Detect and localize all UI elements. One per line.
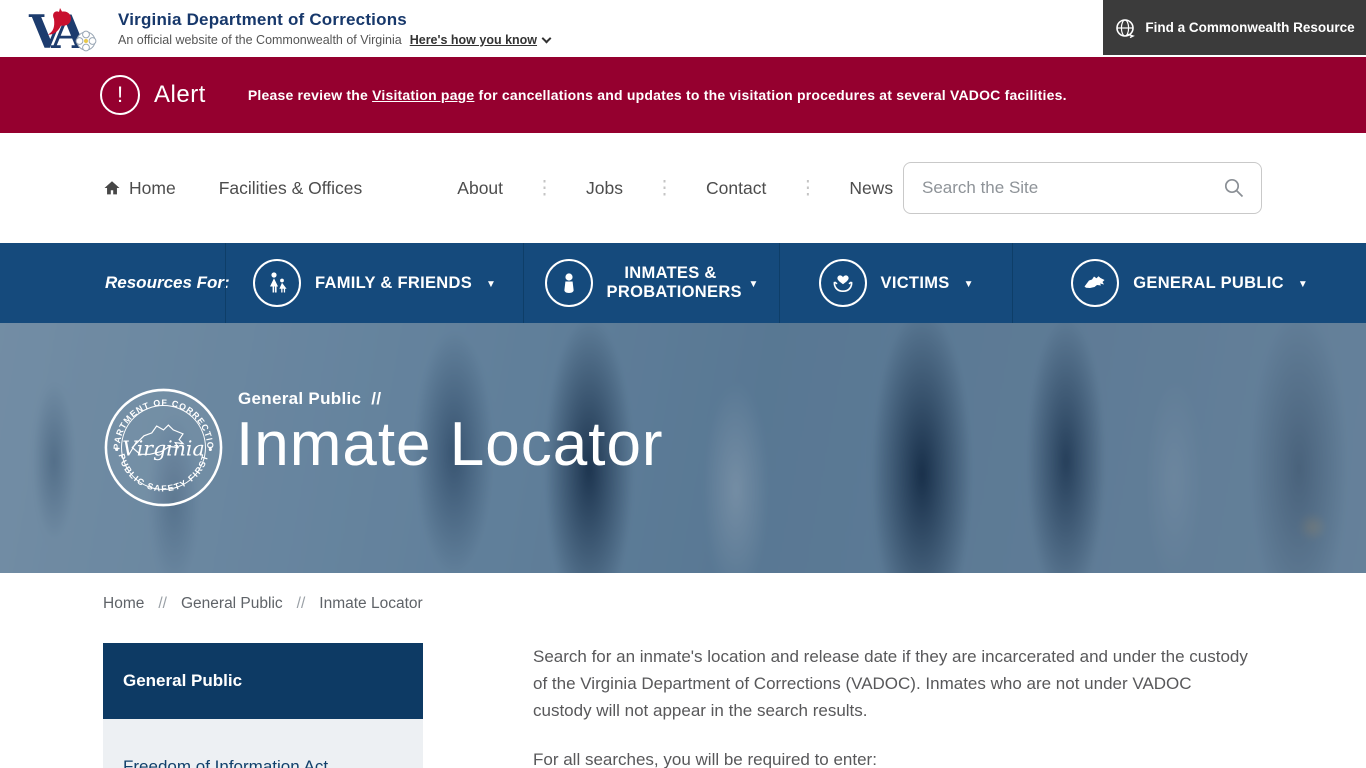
page: VA Virginia Department of Corrections An… <box>0 0 1366 768</box>
page-title: Inmate Locator <box>236 409 664 480</box>
alert-message-prefix: Please review the <box>248 87 372 103</box>
search-icon <box>1222 176 1246 200</box>
inmate-icon <box>545 259 593 307</box>
search-submit-button[interactable] <box>1222 174 1250 202</box>
nav-item-facilities-offices[interactable]: Facilities & Offices <box>219 178 363 199</box>
intro-paragraph: Search for an inmate's location and rele… <box>533 643 1253 724</box>
breadcrumb-general-public[interactable]: General Public <box>181 595 283 613</box>
vadoc-logo[interactable]: VA <box>28 3 102 55</box>
heres-how-you-know-link[interactable]: Here's how you know <box>410 33 537 47</box>
caret-down-icon: ▼ <box>749 279 759 290</box>
nav-item-news[interactable]: News <box>849 178 893 199</box>
breadcrumb-separator: // <box>158 595 167 613</box>
breadcrumb-inmate-locator: Inmate Locator <box>319 595 422 613</box>
breadcrumb-home[interactable]: Home <box>103 595 144 613</box>
hero-kicker-separator: // <box>371 389 381 408</box>
nav-label: Contact <box>706 178 766 199</box>
agency-title: Virginia Department of Corrections <box>118 10 550 30</box>
nav-label: Facilities & Offices <box>219 178 363 199</box>
nav-label: Home <box>129 178 176 199</box>
hero-kicker-label: General Public <box>238 389 361 408</box>
site-search-input[interactable] <box>903 162 1262 214</box>
resources-item-victims[interactable]: VICTIMS ▼ <box>779 243 1012 323</box>
dots-separator-icon: ⋮ <box>535 177 554 200</box>
main-content: Search for an inmate's location and rele… <box>533 643 1253 768</box>
resources-item-label: GENERAL PUBLIC <box>1133 274 1284 293</box>
chevron-down-icon[interactable] <box>542 33 552 43</box>
nav-label: Jobs <box>586 178 623 199</box>
vadoc-seal: DEPARTMENT OF CORRECTIONS PUBLIC SAFETY … <box>103 387 224 508</box>
caret-down-icon: ▼ <box>486 279 496 290</box>
nav-label: News <box>849 178 893 199</box>
find-commonwealth-resource-button[interactable]: Find a Commonwealth Resource <box>1103 0 1366 55</box>
resources-item-label: VICTIMS <box>881 274 950 293</box>
main-navigation: Home Facilities & Offices About ⋮ Jobs ⋮… <box>0 133 1366 243</box>
victims-heart-hands-icon <box>819 259 867 307</box>
resources-for-label: Resources For: <box>0 243 225 323</box>
resources-item-family-friends[interactable]: FAMILY & FRIENDS ▼ <box>225 243 523 323</box>
seal-virginia-text: Virginia <box>122 436 204 460</box>
nav-item-home[interactable]: Home <box>103 178 176 199</box>
dots-separator-icon: ⋮ <box>655 177 674 200</box>
globe-icon <box>1114 17 1136 39</box>
sidebar-item-foia[interactable]: Freedom of Information Act <box>103 719 423 768</box>
alert-banner: ! Alert Please review the Visitation pag… <box>0 57 1366 133</box>
resources-item-general-public[interactable]: GENERAL PUBLIC ▼ <box>1012 243 1366 323</box>
dots-separator-icon: ⋮ <box>798 177 817 200</box>
va-logo-icon: VA <box>28 3 102 55</box>
site-header: VA Virginia Department of Corrections An… <box>0 0 1366 57</box>
sidebar-header-general-public[interactable]: General Public <box>103 643 423 719</box>
hero-kicker: General Public // <box>238 389 381 409</box>
resource-link-label: Find a Commonwealth Resource <box>1145 20 1354 35</box>
nav-item-jobs[interactable]: Jobs <box>586 178 623 199</box>
alert-label: Alert <box>154 81 206 109</box>
sidebar: General Public Freedom of Information Ac… <box>103 643 423 768</box>
virginia-state-icon <box>1071 259 1119 307</box>
nav-item-about[interactable]: About <box>457 178 503 199</box>
requirements-lead: For all searches, you will be required t… <box>533 746 1253 768</box>
visitation-page-link[interactable]: Visitation page <box>372 87 474 103</box>
resources-item-inmates-probationers[interactable]: INMATES & PROBATIONERS ▼ <box>523 243 779 323</box>
home-icon <box>103 179 121 197</box>
alert-exclamation-icon: ! <box>100 75 140 115</box>
resources-item-label: INMATES & PROBATIONERS <box>607 264 735 302</box>
content-area: General Public Freedom of Information Ac… <box>0 643 1366 768</box>
breadcrumb: Home // General Public // Inmate Locator <box>103 595 1366 613</box>
caret-down-icon: ▼ <box>964 279 974 290</box>
hero-banner: DEPARTMENT OF CORRECTIONS PUBLIC SAFETY … <box>0 323 1366 573</box>
alert-message: Please review the Visitation page for ca… <box>248 87 1067 103</box>
official-website-text: An official website of the Commonwealth … <box>118 33 402 47</box>
breadcrumb-separator: // <box>297 595 306 613</box>
alert-message-suffix: for cancellations and updates to the vis… <box>474 87 1066 103</box>
caret-down-icon: ▼ <box>1298 279 1308 290</box>
nav-item-contact[interactable]: Contact <box>706 178 766 199</box>
family-friends-icon <box>253 259 301 307</box>
resources-bar: Resources For: FAMILY & FRIENDS ▼ INM <box>0 243 1366 323</box>
nav-label: About <box>457 178 503 199</box>
resources-item-label: FAMILY & FRIENDS <box>315 274 472 293</box>
